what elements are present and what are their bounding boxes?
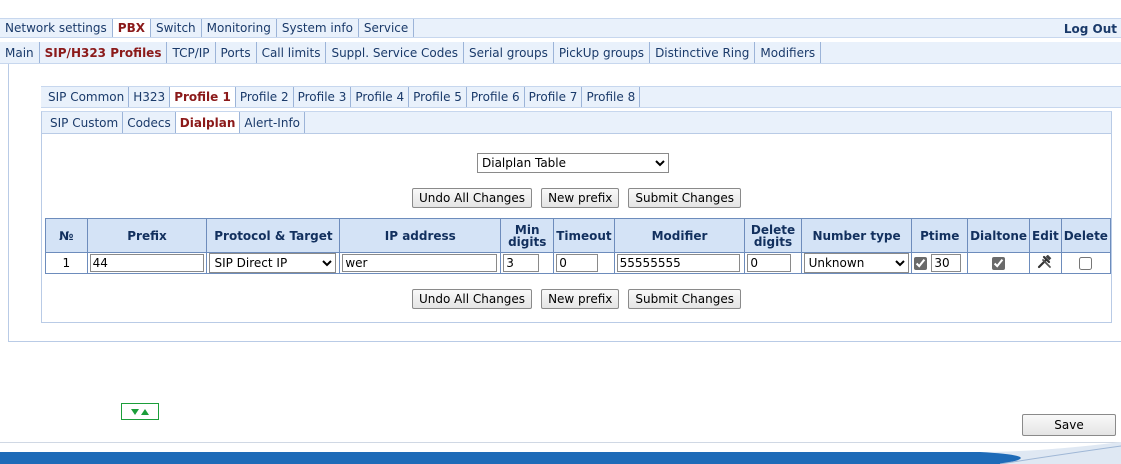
header-timeout: Timeout <box>553 218 615 253</box>
ip-address-input[interactable] <box>342 254 498 272</box>
new-prefix-button[interactable]: New prefix <box>541 188 620 208</box>
profile-tabs: SIP Common H323 Profile 1 Profile 2 Prof… <box>41 86 1121 108</box>
submenu-serial-groups[interactable]: Serial groups <box>464 42 554 63</box>
ptime-input[interactable] <box>931 254 962 272</box>
top-button-row: Undo All Changes New prefix Submit Chang… <box>412 188 741 208</box>
sub-menu: Main SIP/H323 Profiles TCP/IP Ports Call… <box>0 42 1121 64</box>
ptime-cell <box>911 252 969 274</box>
tab-profile-6[interactable]: Profile 6 <box>467 87 525 107</box>
menu-system-info[interactable]: System info <box>277 19 359 37</box>
dialtone-cell <box>967 252 1031 274</box>
profile-sub-tabs: SIP Custom Codecs Dialplan Alert-Info <box>41 111 1112 133</box>
menu-network-settings[interactable]: Network settings <box>0 19 113 37</box>
dialplan-panel: Dialplan Table Undo All Changes New pref… <box>41 133 1112 323</box>
header-modifier: Modifier <box>613 218 746 253</box>
min-digits-cell <box>500 252 555 274</box>
undo-all-changes-button-bottom[interactable]: Undo All Changes <box>412 289 533 309</box>
delete-digits-input[interactable] <box>747 254 792 272</box>
submenu-pickup-groups[interactable]: PickUp groups <box>554 42 651 63</box>
min-digits-input[interactable] <box>503 254 540 272</box>
submenu-modifiers[interactable]: Modifiers <box>755 42 822 63</box>
table-header-row: № Prefix Protocol & Target IP address Mi… <box>45 218 1112 253</box>
delete-checkbox[interactable] <box>1079 257 1093 270</box>
row-number: 1 <box>45 252 88 274</box>
dialplan-view-select[interactable]: Dialplan Table <box>477 153 669 173</box>
submenu-main[interactable]: Main <box>0 42 40 63</box>
submit-changes-button-bottom[interactable]: Submit Changes <box>628 289 741 309</box>
prefix-cell <box>86 252 208 274</box>
new-prefix-button-bottom[interactable]: New prefix <box>541 289 620 309</box>
submit-changes-button[interactable]: Submit Changes <box>628 188 741 208</box>
footer-bar <box>0 442 1121 464</box>
modifier-input[interactable] <box>616 254 740 272</box>
modifier-cell <box>613 252 746 274</box>
edit-cell <box>1029 252 1062 274</box>
tab-h323[interactable]: H323 <box>129 87 171 107</box>
menu-service[interactable]: Service <box>359 19 415 37</box>
tab-profile-5[interactable]: Profile 5 <box>409 87 467 107</box>
submenu-suppl-service-codes[interactable]: Suppl. Service Codes <box>326 42 465 63</box>
protocol-cell: SIP Direct IP <box>206 252 341 274</box>
header-ptime: Ptime <box>911 218 969 253</box>
submenu-sip-h323-profiles[interactable]: SIP/H323 Profiles <box>39 42 168 63</box>
timeout-cell <box>553 252 615 274</box>
tab-profile-8[interactable]: Profile 8 <box>582 87 641 107</box>
header-prefix: Prefix <box>86 218 208 253</box>
dialplan-table: № Prefix Protocol & Target IP address Mi… <box>45 218 1112 274</box>
ip-cell <box>339 252 502 274</box>
header-dialtone: Dialtone <box>967 218 1031 253</box>
tab-sip-custom[interactable]: SIP Custom <box>42 112 124 133</box>
header-number-type: Number type <box>800 218 913 253</box>
delete-digits-cell <box>744 252 802 274</box>
header-min-digits: Min digits <box>500 218 555 253</box>
tab-sip-common[interactable]: SIP Common <box>41 87 130 107</box>
edit-tools-icon[interactable] <box>1037 254 1053 269</box>
header-number: № <box>45 218 88 253</box>
submenu-tcp-ip[interactable]: TCP/IP <box>167 42 216 63</box>
logout-link[interactable]: Log Out <box>1064 19 1117 39</box>
header-protocol-target: Protocol & Target <box>206 218 341 253</box>
top-menu: Network settings PBX Switch Monitoring S… <box>0 18 1121 38</box>
number-type-select[interactable]: Unknown <box>803 253 909 273</box>
prefix-input[interactable] <box>89 254 204 272</box>
number-type-cell: Unknown <box>800 252 913 274</box>
scroll-arrows-icon[interactable] <box>121 403 159 420</box>
submenu-distinctive-ring[interactable]: Distinctive Ring <box>650 42 756 63</box>
save-button[interactable]: Save <box>1022 414 1116 436</box>
menu-monitoring[interactable]: Monitoring <box>202 19 277 37</box>
arrow-down-icon <box>131 408 139 415</box>
table-row: 1 SIP Direct IP <box>45 252 1112 274</box>
tab-profile-7[interactable]: Profile 7 <box>525 87 583 107</box>
protocol-target-select[interactable]: SIP Direct IP <box>209 253 337 273</box>
tab-profile-1[interactable]: Profile 1 <box>170 87 236 107</box>
menu-switch[interactable]: Switch <box>151 19 202 37</box>
timeout-input[interactable] <box>556 254 599 272</box>
tab-profile-2[interactable]: Profile 2 <box>236 87 294 107</box>
header-ip-address: IP address <box>339 218 502 253</box>
menu-pbx[interactable]: PBX <box>112 19 151 37</box>
dialtone-checkbox[interactable] <box>992 257 1006 270</box>
undo-all-changes-button[interactable]: Undo All Changes <box>412 188 533 208</box>
ptime-checkbox[interactable] <box>914 257 928 270</box>
tab-profile-3[interactable]: Profile 3 <box>294 87 352 107</box>
tab-dialplan[interactable]: Dialplan <box>175 112 241 133</box>
header-delete: Delete <box>1060 218 1112 253</box>
delete-cell <box>1060 252 1112 274</box>
header-delete-digits: Delete digits <box>744 218 802 253</box>
bottom-button-row: Undo All Changes New prefix Submit Chang… <box>412 289 741 309</box>
header-edit: Edit <box>1029 218 1062 253</box>
arrow-up-icon <box>141 408 149 415</box>
submenu-ports[interactable]: Ports <box>216 42 257 63</box>
tab-codecs[interactable]: Codecs <box>123 112 176 133</box>
tab-profile-4[interactable]: Profile 4 <box>351 87 410 107</box>
submenu-call-limits[interactable]: Call limits <box>257 42 327 63</box>
tab-alert-info[interactable]: Alert-Info <box>240 112 306 133</box>
